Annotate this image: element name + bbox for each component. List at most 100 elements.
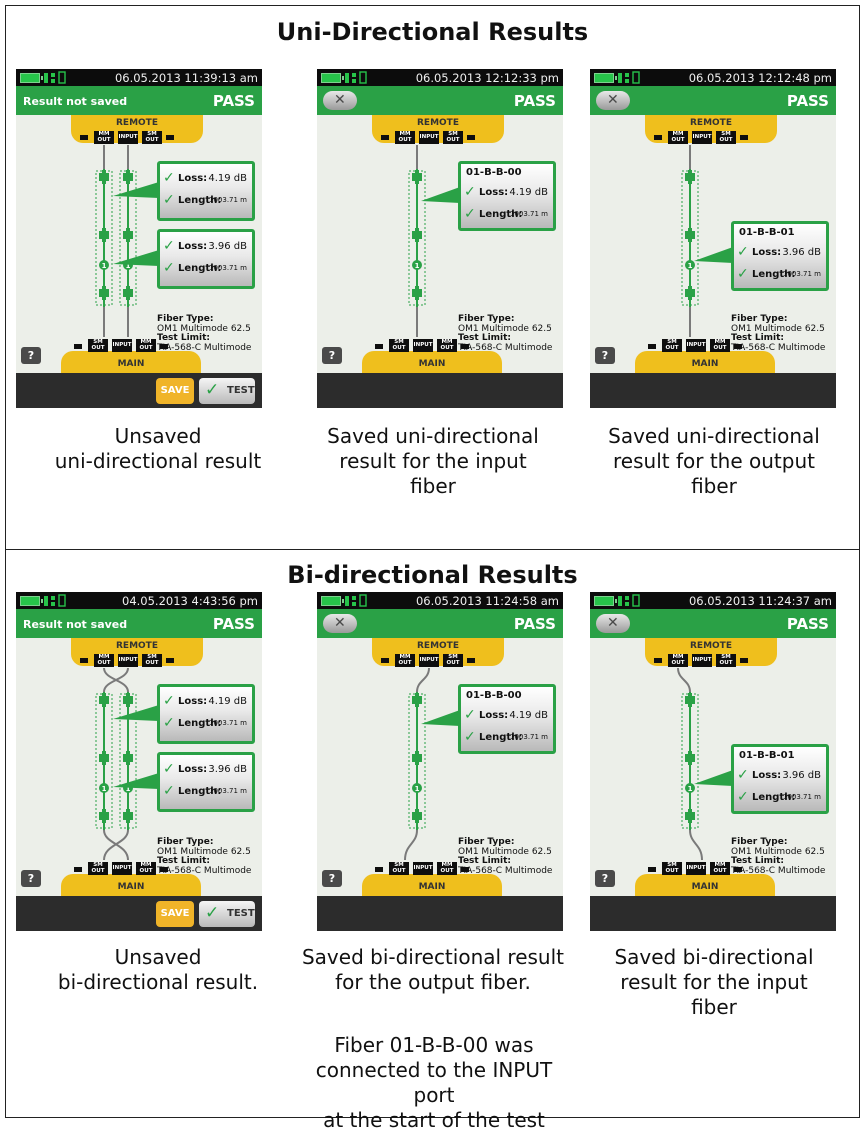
patch-cord [689, 829, 703, 861]
back-button[interactable]: ✕ [323, 91, 357, 110]
screen-u2: 06.05.2013 12:12:33 pm ✕ PASS REMOTE MM OUT I… [317, 69, 563, 408]
caption-line: uni-directional result [54, 449, 262, 473]
pass-status: PASS [786, 615, 829, 633]
result-box: 01-B-B-01 ✓ Loss: 3.96 dB ✓ Length: 1003.71 m [731, 221, 829, 291]
timestamp: 06.05.2013 11:39:13 am [114, 71, 258, 85]
test-limit-value: TIA-568-C Multimode [157, 865, 252, 876]
diagram-area: REMOTE MM OUT INPUT SM OUT MAIN SM OUT INPUT MM… [317, 115, 563, 373]
battery-icon [321, 596, 344, 606]
connector-icon [688, 286, 692, 300]
caption-line: fiber [691, 995, 737, 1019]
pointer-arrow [694, 770, 733, 786]
length-value: 1003.71 m [510, 733, 548, 741]
check-icon: ✓ [737, 244, 749, 260]
test-limit-value: TIA-568-C Multimode [731, 342, 826, 353]
fiber-info: Fiber Type: OM1 Multimode 62.5 Test Limit:… [458, 314, 552, 353]
network-icon [43, 71, 73, 84]
caption-line: Saved uni-directional [327, 424, 539, 448]
loss-label: Loss: [178, 696, 208, 707]
battery-icon [20, 73, 43, 83]
result-not-saved-label: Result not saved [23, 618, 128, 631]
caption-u1: Unsaved uni-directional result [23, 424, 293, 474]
connector-icon [688, 751, 692, 765]
status-bar: 06.05.2013 12:12:33 pm [317, 69, 563, 86]
length-row: ✓ Length: 1003.71 m [464, 729, 550, 747]
caption-b2: Saved bi-directional result for the outp… [298, 945, 568, 995]
fiber-info: Fiber Type: OM1 Multimode 62.5 Test Limit:… [157, 314, 251, 353]
loss-value: 4.19 dB [208, 173, 247, 184]
loss-row: ✓ Loss: 4.19 dB [163, 693, 249, 711]
result-box: ✓ Loss: 4.19 dB ✓ Length: 1003.71 m [157, 161, 255, 221]
pointer-arrow [694, 247, 733, 263]
caption-line: fiber [410, 474, 456, 498]
help-button[interactable]: ? [595, 870, 615, 887]
help-button[interactable]: ? [21, 870, 41, 887]
check-icon: ✓ [163, 238, 175, 254]
status-bar: 06.05.2013 11:39:13 am [16, 69, 262, 86]
save-button[interactable]: SAVE [156, 378, 194, 404]
test-button[interactable]: ✓ TEST [199, 901, 255, 927]
caption-line: Saved bi-directional [614, 945, 814, 969]
caption-line: Unsaved [114, 945, 202, 969]
help-button[interactable]: ? [322, 347, 342, 364]
save-button[interactable]: SAVE [156, 901, 194, 927]
check-icon: ✓ [163, 783, 175, 799]
diagram-area: REMOTE MM OUT INPUT SM OUT MAIN SM OUT INPUT MM… [590, 115, 836, 373]
help-button[interactable]: ? [322, 870, 342, 887]
back-button[interactable]: ✕ [323, 614, 357, 633]
result-box: 01-B-B-00 ✓ Loss: 4.19 dB ✓ Length: 1003.71 m [458, 161, 556, 231]
splice-number: 1 [415, 785, 420, 793]
back-button[interactable]: ✕ [596, 614, 630, 633]
caption-u2: Saved uni-directional result for the inp… [298, 424, 568, 499]
test-button[interactable]: ✓ TEST [199, 378, 255, 404]
test-limit-value: TIA-568-C Multimode [458, 865, 553, 876]
splice-number: 1 [415, 262, 420, 270]
loss-row: ✓ Loss: 4.19 dB [464, 707, 550, 725]
status-bar: 04.05.2013 4:43:56 pm [16, 592, 262, 609]
fiber-id: 01-B-B-01 [739, 227, 795, 238]
loss-label: Loss: [178, 173, 208, 184]
connector-icon [102, 228, 106, 242]
screen-u1: 06.05.2013 11:39:13 am Result not saved PA… [16, 69, 262, 408]
fiber-info: Fiber Type: OM1 Multimode 62.5 Test Limit:… [458, 837, 553, 876]
length-row: ✓ Length: 1003.71 m [163, 783, 249, 801]
caption-line: for the output fiber. [335, 970, 531, 994]
pass-status: PASS [513, 92, 556, 110]
check-icon: ✓ [163, 715, 175, 731]
check-icon: ✓ [464, 184, 476, 200]
help-button[interactable]: ? [21, 347, 41, 364]
diagram-area: REMOTE MM OUT INPUT SM OUT MAIN SM OUT INPUT MM… [16, 115, 262, 373]
bottom-bar [590, 896, 836, 931]
status-bar: 06.05.2013 11:24:58 am [317, 592, 563, 609]
connector-icon [415, 809, 419, 823]
back-button[interactable]: ✕ [596, 91, 630, 110]
caption-line: result for the input [620, 970, 808, 994]
result-not-saved-label: Result not saved [23, 95, 128, 108]
fiber-id: 01-B-B-00 [466, 167, 522, 178]
caption-line: Saved uni-directional [608, 424, 820, 448]
pass-status: PASS [212, 615, 255, 633]
length-value: 1003.71 m [209, 719, 247, 727]
help-button[interactable]: ? [595, 347, 615, 364]
connector-icon [415, 228, 419, 242]
screen-b1: 04.05.2013 4:43:56 pm Result not saved PAS… [16, 592, 262, 931]
fiber-id: 01-B-B-00 [466, 690, 522, 701]
timestamp: 06.05.2013 11:24:58 am [415, 594, 559, 608]
test-label: TEST [227, 908, 255, 919]
loss-label: Loss: [479, 187, 509, 198]
connector-icon [126, 693, 130, 707]
result-box: ✓ Loss: 4.19 dB ✓ Length: 1003.71 m [157, 684, 255, 744]
note-line: connected to the INPUT port [315, 1058, 553, 1107]
result-bar: Result not saved PASS [16, 609, 262, 638]
connector-icon [102, 809, 106, 823]
length-value: 1003.71 m [209, 196, 247, 204]
screen-b3: 06.05.2013 11:24:37 am ✕ PASS REMOTE MM OUT I… [590, 592, 836, 931]
loss-row: ✓ Loss: 3.96 dB [163, 238, 249, 256]
pass-status: PASS [212, 92, 255, 110]
loss-label: Loss: [479, 710, 509, 721]
bottom-bar [317, 896, 563, 931]
screen-u3: 06.05.2013 12:12:48 pm ✕ PASS REMOTE MM OUT I… [590, 69, 836, 408]
loss-value: 3.96 dB [208, 764, 247, 775]
loss-value: 3.96 dB [782, 770, 821, 781]
test-limit-value: TIA-568-C Multimode [731, 865, 826, 876]
